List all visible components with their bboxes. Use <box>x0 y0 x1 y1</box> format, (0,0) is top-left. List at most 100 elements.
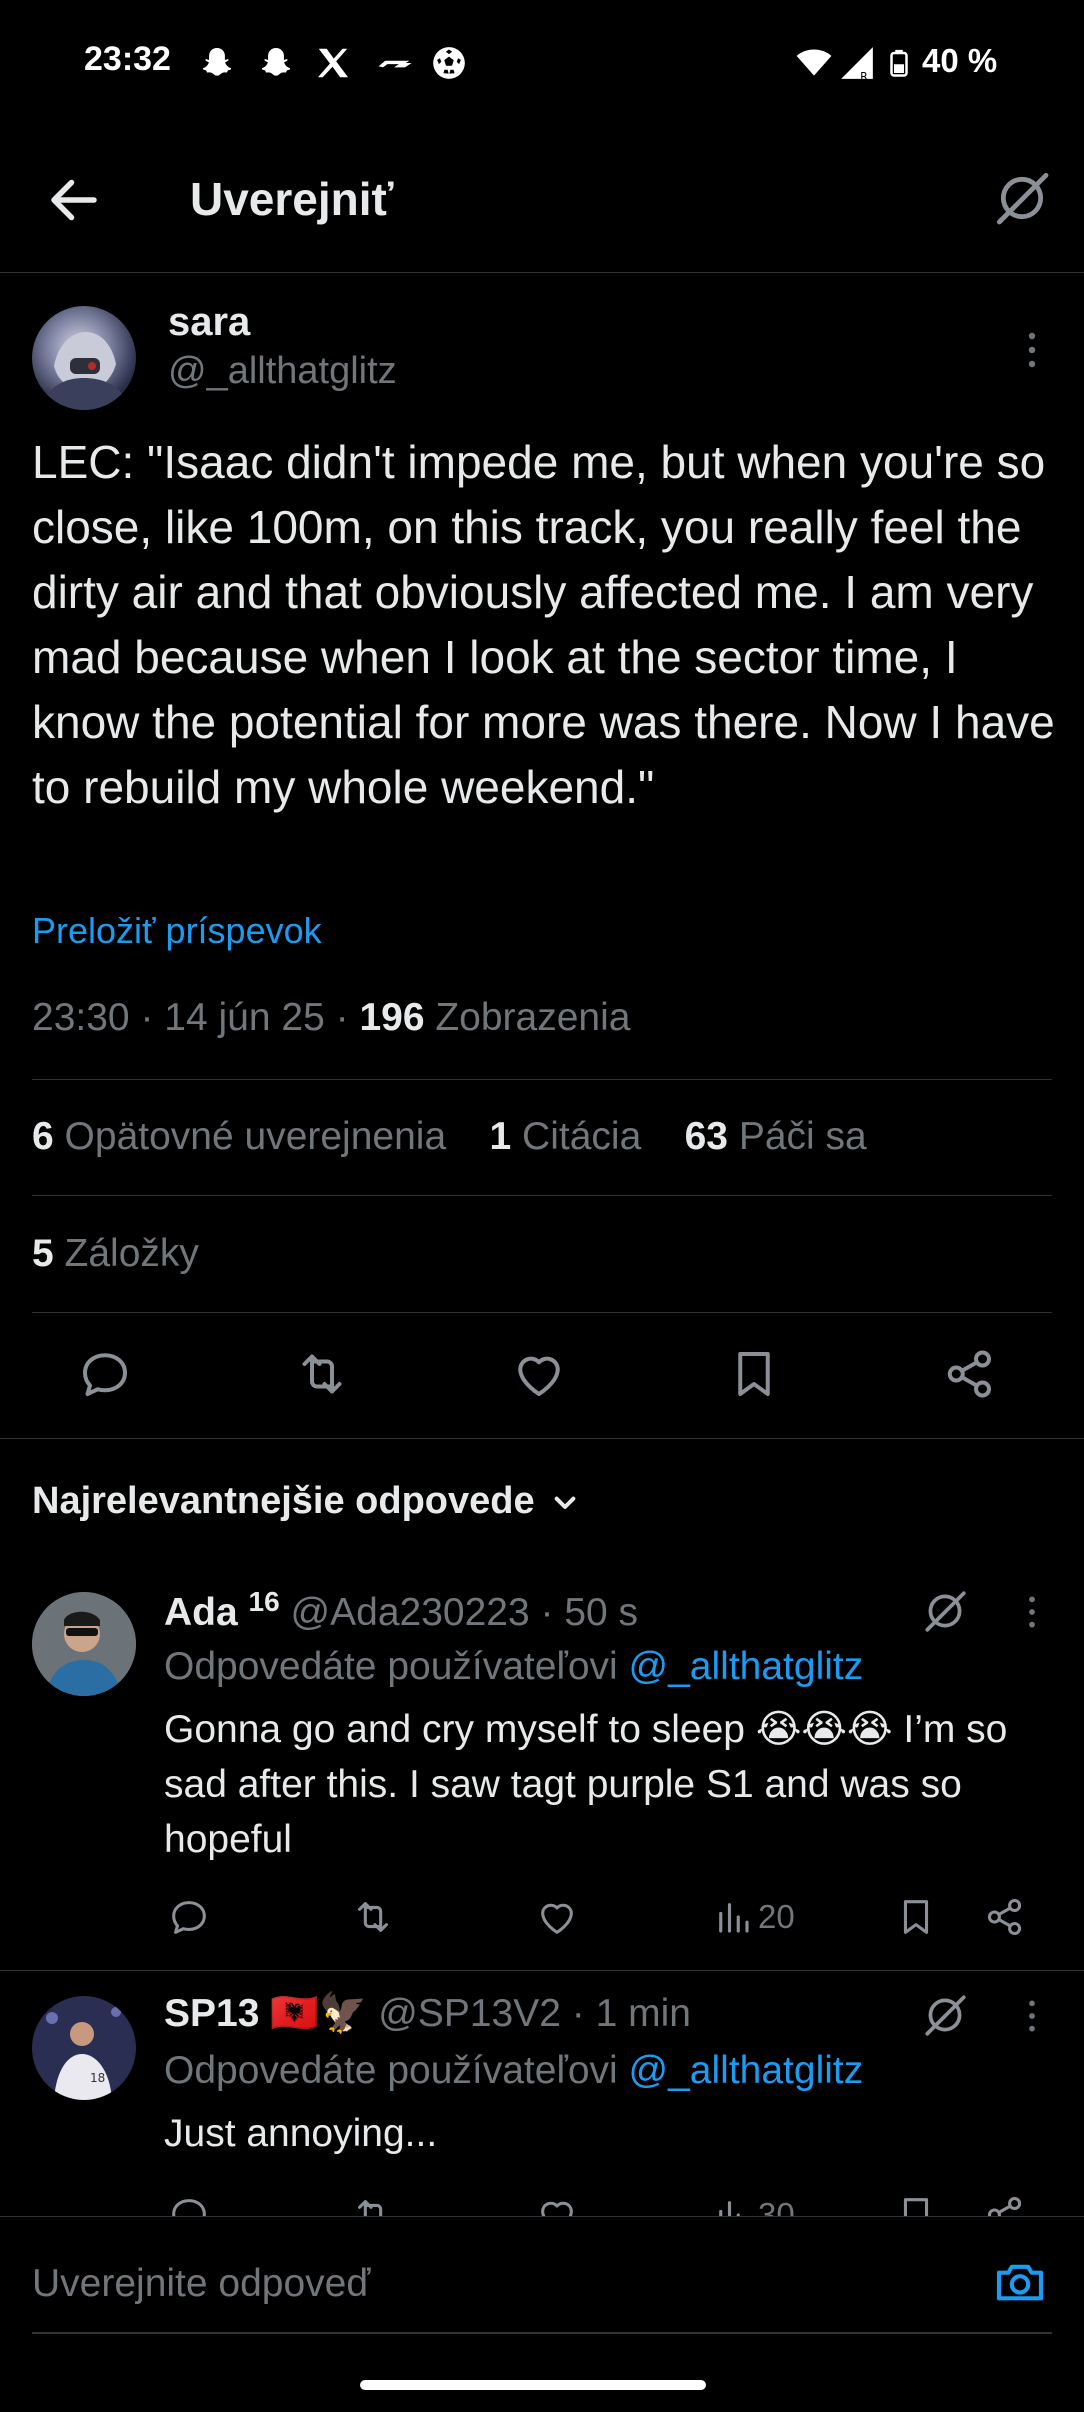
wifi-icon <box>794 44 832 82</box>
bookmark-icon <box>903 1900 929 1934</box>
repost-button[interactable] <box>350 1894 396 1940</box>
like-button[interactable] <box>534 1894 580 1940</box>
repost-icon <box>358 1902 388 1932</box>
x-icon <box>314 44 352 82</box>
grok-icon <box>925 1995 966 2036</box>
grok-button[interactable] <box>920 1586 970 1636</box>
reposts-stat[interactable]: 6 Opätovné uverejnenia <box>32 1115 446 1158</box>
share-icon <box>987 2196 1022 2216</box>
grok-button[interactable] <box>920 1990 970 2040</box>
analytics-icon <box>719 2201 740 2216</box>
snapchat-icon <box>198 44 236 82</box>
reply-author-emoji: 🇦🇱🦅 <box>270 1992 368 2035</box>
divider <box>32 1079 1052 1080</box>
divider <box>0 1970 1084 1971</box>
divider <box>32 1195 1052 1196</box>
comment-icon <box>83 1353 127 1396</box>
reply-button[interactable] <box>75 1344 139 1408</box>
replying-to: Odpovedáte používateľovi @_allthatglitz <box>164 1645 864 1688</box>
bookmark-button[interactable] <box>893 1894 939 1940</box>
repost-icon <box>358 2200 383 2216</box>
heart-icon <box>518 1356 560 1396</box>
home-indicator[interactable] <box>360 2380 706 2390</box>
views-button[interactable]: 30 <box>712 2192 795 2216</box>
more-options-button[interactable] <box>1020 330 1044 370</box>
status-time: 23:32 <box>84 40 171 78</box>
chevron-down-icon <box>554 1496 575 1509</box>
reply-header: Ada 16 @Ada230223 · 50 s <box>164 1586 639 1634</box>
repost-button[interactable] <box>350 2192 396 2216</box>
divider <box>32 2332 1052 2334</box>
post-metadata: 23:30 · 14 jún 25 · 196 Zobrazenia <box>32 996 631 1039</box>
more-vertical-icon <box>1028 332 1036 368</box>
engagement-stats: 6 Opätovné uverejnenia 1 Citácia 63 Páči… <box>32 1115 867 1159</box>
bookmarks-stat[interactable]: 5 Záložky <box>32 1232 199 1276</box>
bookmark-icon <box>903 2198 929 2216</box>
sort-replies-dropdown[interactable]: Najrelevantnejšie odpovede <box>32 1480 585 1523</box>
snapchat-icon <box>257 44 295 82</box>
more-options-button[interactable] <box>1022 1594 1042 1630</box>
views-label: Zobrazenia <box>435 996 631 1039</box>
more-vertical-icon <box>1029 2000 1035 2032</box>
analytics-icon <box>719 1903 749 1933</box>
grok-button[interactable] <box>990 166 1054 230</box>
avatar[interactable] <box>32 1592 136 1696</box>
replying-to-handle[interactable]: @_allthatglitz <box>629 1645 864 1688</box>
reply-header: SP13 🇦🇱🦅 @SP13V2 · 1 min <box>164 1992 691 2035</box>
like-button[interactable] <box>509 1344 573 1408</box>
reply-author-name[interactable]: SP13 <box>164 1992 259 2035</box>
back-button[interactable] <box>44 170 104 230</box>
bookmark-button[interactable] <box>724 1344 788 1408</box>
heart-icon <box>541 2201 573 2216</box>
share-button[interactable] <box>982 2192 1028 2216</box>
replying-to-handle[interactable]: @_allthatglitz <box>629 2049 864 2092</box>
svg-text:R: R <box>860 70 868 82</box>
reply-author-handle[interactable]: @SP13V2 <box>378 1992 561 2035</box>
svg-text:18: 18 <box>90 2071 105 2085</box>
reply-age: 50 s <box>564 1591 639 1634</box>
reply-input[interactable]: Uverejnite odpoveď <box>32 2262 370 2306</box>
arrow-left-icon <box>51 179 97 221</box>
quotes-stat[interactable]: 1 Citácia <box>490 1115 642 1158</box>
sort-label: Najrelevantnejšie odpovede <box>32 1480 535 1522</box>
translate-post-link[interactable]: Preložiť príspevok <box>32 910 322 952</box>
top-app-bar <box>0 150 1084 273</box>
camera-icon <box>996 2264 1044 2301</box>
author-handle[interactable]: @_allthatglitz <box>168 350 397 393</box>
post-time: 23:30 <box>32 996 130 1039</box>
reply-author-name[interactable]: Ada <box>164 1591 238 1634</box>
share-button[interactable] <box>982 1894 1028 1940</box>
camera-button[interactable] <box>992 2254 1048 2310</box>
bookmark-icon <box>738 1352 770 1396</box>
page-title: Uverejniť <box>190 173 394 225</box>
post-date: 14 jún 25 <box>164 996 325 1039</box>
more-vertical-icon <box>1029 1596 1035 1628</box>
avatar[interactable]: 18 <box>32 1996 136 2100</box>
views-button[interactable]: 20 <box>712 1894 795 1940</box>
likes-stat[interactable]: 63 Páči sa <box>685 1115 867 1158</box>
comment-icon <box>172 2199 206 2216</box>
author-name[interactable]: sara <box>168 300 250 345</box>
grok-icon <box>996 172 1049 225</box>
bookmark-button[interactable] <box>893 2192 939 2216</box>
replying-to: Odpovedáte používateľovi @_allthatglitz <box>164 2049 864 2092</box>
repost-icon <box>302 1354 342 1394</box>
reply-button[interactable] <box>166 2192 212 2216</box>
reply-button[interactable] <box>166 1894 212 1940</box>
battery-icon <box>884 44 922 82</box>
reply-author-badge: 16 <box>248 1586 280 1617</box>
comment-icon <box>172 1901 206 1934</box>
like-button[interactable] <box>534 2192 580 2216</box>
repost-button[interactable] <box>292 1344 356 1408</box>
reply-author-handle[interactable]: @Ada230223 <box>291 1591 530 1634</box>
more-options-button[interactable] <box>1022 1998 1042 2034</box>
avatar[interactable] <box>32 306 136 410</box>
f1-icon <box>372 44 412 82</box>
soccer-ball-icon <box>430 44 468 82</box>
views-count: 20 <box>758 1898 795 1935</box>
share-button[interactable] <box>940 1344 1004 1408</box>
divider <box>0 1438 1084 1439</box>
reply-actions: 30 <box>0 2180 1084 2216</box>
grok-icon <box>925 1591 966 1632</box>
views-count: 196 <box>359 996 425 1039</box>
